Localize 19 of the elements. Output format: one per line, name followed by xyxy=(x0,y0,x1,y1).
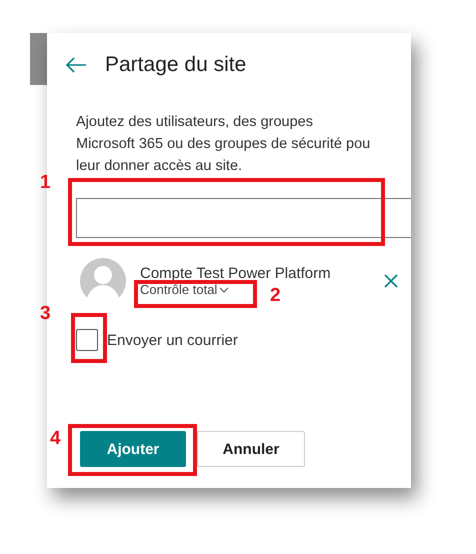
avatar-icon xyxy=(80,258,126,304)
member-name: Compte Test Power Platform xyxy=(140,265,331,282)
cancel-button[interactable]: Annuler xyxy=(197,431,305,467)
annotation-number: 1 xyxy=(40,172,51,194)
close-icon[interactable] xyxy=(383,273,399,289)
annotation-number: 2 xyxy=(270,285,281,307)
annotation-frame xyxy=(71,313,107,363)
checkbox-label: Envoyer un courrier xyxy=(107,332,238,348)
description-text: Ajoutez des utilisateurs, des groupes Microsoft 365 ou des groupes de sécurité pou leur donner accès au site. xyxy=(76,113,372,176)
window-edge xyxy=(30,33,48,85)
add-button[interactable]: Ajouter xyxy=(80,431,186,467)
panel-title: Partage du site xyxy=(105,53,246,77)
permission-dropdown[interactable]: Contrôle total xyxy=(140,282,230,297)
chevron-down-icon xyxy=(219,286,230,292)
people-input-field[interactable] xyxy=(76,198,411,238)
annotation-number: 3 xyxy=(40,303,51,325)
checkbox[interactable] xyxy=(76,329,98,351)
annotation-number: 4 xyxy=(50,428,61,450)
back-arrow-icon[interactable] xyxy=(65,57,87,73)
